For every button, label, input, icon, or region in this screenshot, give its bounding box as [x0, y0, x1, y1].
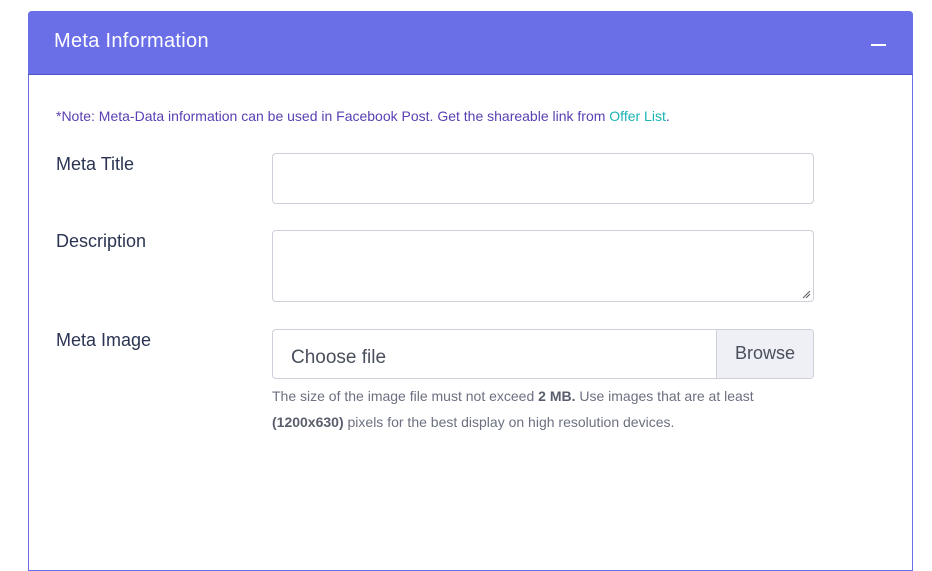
- description-label: Description: [56, 231, 147, 251]
- note-text: *Note: Meta-Data information can be used…: [56, 108, 610, 124]
- help-part1: The size of the image file must not exce…: [272, 388, 539, 404]
- browse-button[interactable]: Browse: [716, 330, 813, 378]
- meta-title-input[interactable]: [272, 153, 814, 204]
- offer-list-link[interactable]: Offer List: [609, 108, 666, 124]
- minus-icon[interactable]: [866, 31, 890, 55]
- help-max-size: 2 MB.: [538, 388, 576, 404]
- meta-image-label: Meta Image: [56, 330, 152, 350]
- header-divider: [28, 74, 913, 75]
- panel-header[interactable]: Meta Information: [28, 11, 913, 74]
- file-placeholder: Choose file: [291, 347, 387, 368]
- image-help-text: The size of the image file must not exce…: [272, 383, 812, 435]
- note-suffix: .: [665, 108, 670, 124]
- description-textarea[interactable]: [272, 230, 814, 302]
- help-dimensions: (1200x630): [272, 414, 344, 430]
- meta-title-label: Meta Title: [56, 154, 135, 174]
- meta-note: *Note: Meta-Data information can be used…: [56, 108, 670, 124]
- panel-title: Meta Information: [54, 30, 209, 52]
- meta-information-panel: Meta Information *Note: Meta-Data inform…: [28, 11, 913, 571]
- meta-image-file-input[interactable]: Choose file Browse: [272, 329, 814, 379]
- help-part2: Use images that are at least: [575, 388, 754, 404]
- resize-handle-icon[interactable]: [802, 290, 811, 299]
- help-part3: pixels for the best display on high reso…: [343, 414, 675, 430]
